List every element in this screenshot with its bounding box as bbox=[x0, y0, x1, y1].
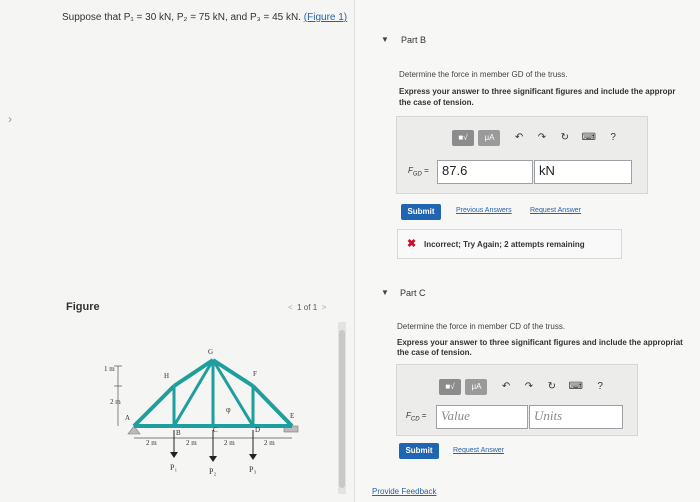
p1-value: P₁ = 30 kN bbox=[123, 12, 172, 23]
problem-prefix: Suppose that bbox=[62, 12, 124, 23]
part-b-title: Part B bbox=[401, 35, 427, 45]
part-b-value-input[interactable]: 87.6 bbox=[437, 160, 533, 184]
load-arrowhead-p2 bbox=[209, 456, 217, 462]
part-b-instruction-1: Express your answer to three significant… bbox=[399, 87, 676, 96]
part-c-title: Part C bbox=[400, 288, 426, 298]
redo-icon[interactable]: ↷ bbox=[525, 381, 533, 392]
undo-icon[interactable]: ↶ bbox=[515, 132, 523, 143]
label-p1: P₁ bbox=[170, 463, 177, 472]
label-span-1: 2 m bbox=[146, 439, 157, 447]
part-c-submit-button[interactable]: Submit bbox=[399, 443, 439, 459]
label-1m: 1 m bbox=[104, 365, 115, 373]
label-p3: P₃ bbox=[249, 465, 256, 474]
incorrect-x-icon: ✖ bbox=[407, 238, 417, 250]
reset-icon[interactable]: ↻ bbox=[561, 132, 569, 143]
label-span-4: 2 m bbox=[264, 439, 275, 447]
part-c-units-input[interactable]: Units bbox=[529, 405, 623, 429]
member-gb bbox=[172, 359, 215, 427]
figure-scroll-thumb[interactable] bbox=[339, 330, 345, 488]
and-text: and bbox=[230, 12, 248, 23]
figure-link[interactable]: (Figure 1) bbox=[304, 12, 347, 23]
p3-value: P₃ = 45 kN bbox=[249, 12, 299, 23]
part-c-instruction-2: the case of tension. bbox=[397, 348, 472, 357]
figure-title: Figure bbox=[66, 301, 100, 313]
previous-answers-link[interactable]: Previous Answers bbox=[456, 207, 512, 214]
equals-sign: = bbox=[421, 411, 427, 420]
label-node-h: H bbox=[164, 372, 169, 380]
templates-button[interactable]: ■√ bbox=[439, 379, 461, 395]
part-c-request-answer-link[interactable]: Request Answer bbox=[453, 447, 504, 454]
var-sub: GD bbox=[412, 171, 422, 178]
keyboard-icon[interactable]: ⌨ bbox=[581, 132, 595, 143]
part-c-question: Determine the force in member CD of the … bbox=[397, 322, 566, 331]
load-arrowhead-p3 bbox=[249, 454, 257, 460]
redo-icon[interactable]: ↷ bbox=[538, 132, 546, 143]
equals-sign: = bbox=[424, 166, 429, 175]
member-fe bbox=[251, 384, 294, 428]
part-b-toggle-icon[interactable]: ▼ bbox=[381, 35, 389, 44]
label-node-g: G bbox=[208, 348, 213, 356]
part-b-units-input[interactable]: kN bbox=[534, 160, 632, 184]
label-phi: φ bbox=[226, 405, 231, 414]
member-gd bbox=[211, 359, 255, 427]
member-gf bbox=[211, 358, 255, 388]
part-b-question: Determine the force in member GD of the … bbox=[399, 70, 568, 79]
member-hg bbox=[172, 358, 215, 388]
pane-divider[interactable] bbox=[354, 0, 355, 502]
pager-text: 1 of 1 bbox=[297, 303, 318, 312]
problem-statement: Suppose that P₁ = 30 kN, P₂ = 75 kN, and… bbox=[62, 12, 348, 23]
label-node-d: D bbox=[255, 426, 260, 434]
label-p2: P₂ bbox=[209, 467, 216, 476]
templates-button[interactable]: ■√ bbox=[452, 130, 474, 146]
part-b-request-answer-link[interactable]: Request Answer bbox=[530, 207, 581, 214]
p2-value: P₂ = 75 kN bbox=[176, 12, 225, 23]
label-node-f: F bbox=[253, 370, 257, 378]
next-figure-icon[interactable]: > bbox=[322, 303, 327, 312]
prev-figure-icon[interactable]: < bbox=[288, 303, 293, 312]
label-node-b: B bbox=[176, 429, 181, 437]
label-span-3: 2 m bbox=[224, 439, 235, 447]
part-b-instruction-2: the case of tension. bbox=[399, 98, 474, 107]
label-span-2: 2 m bbox=[186, 439, 197, 447]
part-c-value-input[interactable]: Value bbox=[436, 405, 528, 429]
label-2m-vert: 2 m bbox=[110, 398, 121, 406]
part-b-toolbar: ■√ μA ↶ ↷ ↻ ⌨ ? bbox=[452, 127, 616, 146]
label-node-a: A bbox=[125, 414, 130, 422]
figure-pager: < 1 of 1 > bbox=[288, 303, 326, 312]
part-c-variable: FCD = bbox=[406, 411, 426, 423]
provide-feedback-link[interactable]: Provide Feedback bbox=[372, 487, 436, 496]
part-b-feedback-text: Incorrect; Try Again; 2 attempts remaini… bbox=[424, 240, 585, 249]
truss-figure: 1 m 2 m A B C D E F G H φ 2 m 2 m 2 m 2 … bbox=[104, 348, 299, 476]
part-b-submit-button[interactable]: Submit bbox=[401, 204, 441, 220]
mu-button[interactable]: μA bbox=[465, 379, 488, 395]
label-node-c: C bbox=[213, 426, 218, 434]
member-ah bbox=[132, 384, 176, 428]
var-sub: CD bbox=[410, 416, 420, 423]
collapse-chevron-icon[interactable]: › bbox=[8, 112, 12, 126]
help-icon[interactable]: ? bbox=[597, 381, 603, 392]
part-b-variable: FGD = bbox=[408, 166, 429, 178]
load-arrowhead-p1 bbox=[170, 452, 178, 458]
part-c-toolbar: ■√ μA ↶ ↷ ↻ ⌨ ? bbox=[439, 376, 603, 395]
part-c-toggle-icon[interactable]: ▼ bbox=[381, 288, 389, 297]
undo-icon[interactable]: ↶ bbox=[502, 381, 510, 392]
label-node-e: E bbox=[290, 412, 294, 420]
keyboard-icon[interactable]: ⌨ bbox=[568, 381, 582, 392]
help-icon[interactable]: ? bbox=[610, 132, 616, 143]
mu-button[interactable]: μA bbox=[478, 130, 501, 146]
reset-icon[interactable]: ↻ bbox=[548, 381, 556, 392]
